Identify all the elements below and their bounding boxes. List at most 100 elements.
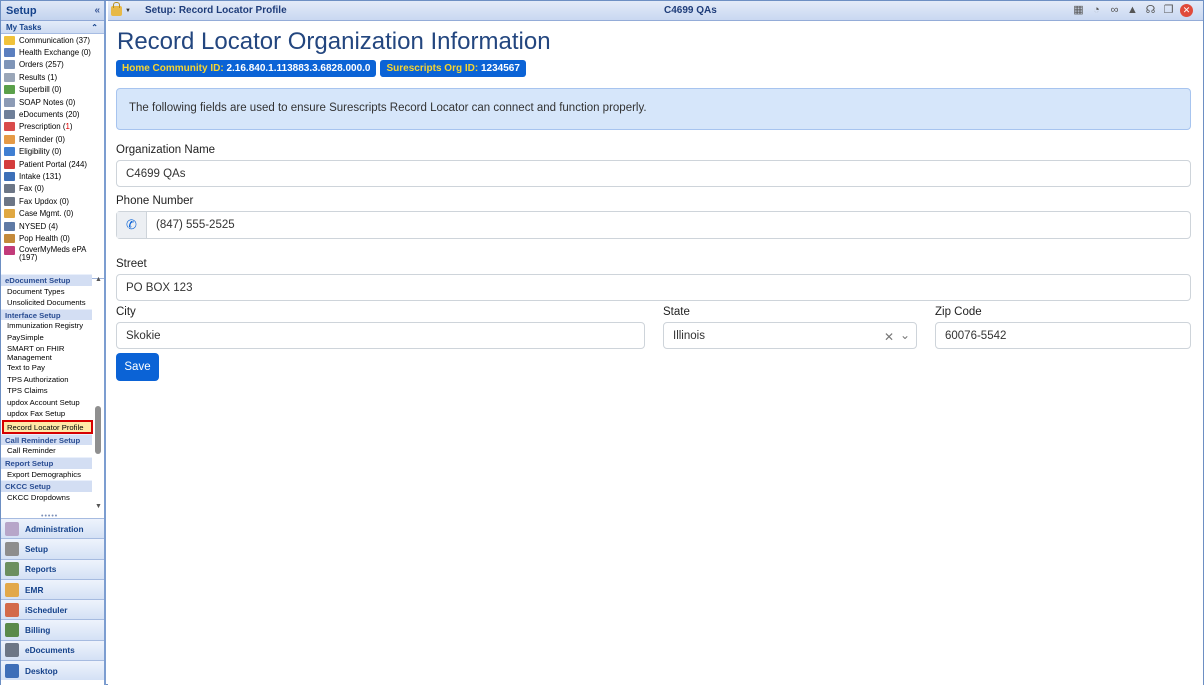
nav-label: Desktop [25,665,58,676]
lock-icon[interactable] [111,1,122,16]
menu-item-immunization-registry[interactable]: Immunization Registry [1,320,92,332]
menu-item-updox-fax-setup[interactable]: updox Fax Setup [1,408,92,420]
sidebar: Setup « My Tasks ⌃ Communication (37) Hea… [1,1,106,685]
task-item[interactable]: Results (1) [1,71,104,83]
state-select[interactable]: Illinois ✕ ⌄ [663,322,917,349]
task-label: Patient Portal (244) [19,159,87,169]
menu-item-smart-on-fhir[interactable]: SMART on FHIR Management [1,343,92,362]
pop-health-icon [4,233,15,243]
reports-icon [5,562,19,577]
task-item[interactable]: Orders (257) [1,59,104,71]
scrollbar-thumb[interactable] [95,406,101,454]
headset-icon[interactable]: ☊ [1144,4,1157,17]
menu-item-tps-claims[interactable]: TPS Claims [1,385,92,397]
menu-item-unsolicited-documents[interactable]: Unsolicited Documents [1,297,92,309]
nysed-icon [4,221,15,231]
save-button[interactable]: Save [116,353,159,381]
menu-item-paysimple[interactable]: PaySimple [1,332,92,344]
state-label: State [663,306,690,318]
task-label: eDocuments (20) [19,110,80,120]
nav-ischeduler[interactable]: iScheduler [1,599,104,620]
menu-item-ckcc-dropdowns[interactable]: CKCC Dropdowns [1,492,92,504]
nav-desktop[interactable]: Desktop [1,660,104,681]
group-interface-setup[interactable]: Interface Setup [1,308,92,321]
nav-setup[interactable]: Setup [1,538,104,559]
task-item[interactable]: Fax (0) [1,183,104,195]
task-label: Eligibility (0) [19,147,62,157]
group-report-setup[interactable]: Report Setup [1,457,92,469]
nav-label: Setup [25,543,49,554]
menu-item-tps-authorization[interactable]: TPS Authorization [1,374,92,386]
scroll-up-icon[interactable]: ▲ [95,276,102,283]
street-input[interactable]: PO BOX 123 [116,274,1191,301]
nav-administration[interactable]: Administration [1,518,104,539]
menu-item-call-reminder[interactable]: Call Reminder [1,445,92,457]
task-item[interactable]: Prescription (1) [1,121,104,133]
task-item[interactable]: Pop Health (0) [1,232,104,244]
nav-emr[interactable]: EMR [1,578,104,600]
city-label: City [116,306,136,318]
caret-down-icon[interactable]: ▼ [125,8,131,14]
soap-notes-icon [4,97,15,107]
windows-icon[interactable]: ❐ [1162,4,1175,17]
task-item[interactable]: Fax Updox (0) [1,195,104,207]
zip-code-input[interactable]: 60076-5542 [935,322,1191,349]
task-item[interactable]: SOAP Notes (0) [1,96,104,108]
menu-item-record-locator-profile[interactable]: Record Locator Profile [2,419,93,434]
nav-billing[interactable]: Billing [1,619,104,640]
my-tasks-list: Communication (37) Health Exchange (0) Ord… [1,34,104,279]
clear-icon[interactable]: ✕ [884,330,894,344]
collapse-sidebar-icon[interactable]: « [94,5,100,16]
group-edocument-setup[interactable]: eDocument Setup [1,274,92,286]
binoculars-icon[interactable]: ∞ [1108,4,1121,17]
surescripts-org-id-badge: Surescripts Org ID: 1234567 [380,60,526,77]
task-item[interactable]: Eligibility (0) [1,146,104,158]
task-item[interactable]: Intake (131) [1,170,104,182]
map-icon[interactable]: ▦ [1072,4,1085,17]
group-call-reminder-setup[interactable]: Call Reminder Setup [1,433,92,446]
menu-item-document-types[interactable]: Document Types [1,286,92,298]
nav-reports[interactable]: Reports [1,558,104,579]
city-input[interactable]: Skokie [116,322,645,349]
setup-tools-icon [5,541,19,556]
task-item[interactable]: CoverMyMeds ePA (197) [1,245,104,264]
edocuments-icon [4,110,15,120]
task-label: CoverMyMeds ePA (197) [19,244,86,263]
task-item[interactable]: Case Mgmt. (0) [1,207,104,219]
task-label: SOAP Notes (0) [19,97,76,107]
task-item[interactable]: Patient Portal (244) [1,158,104,170]
administration-icon [5,521,19,536]
organization-name-input[interactable]: C4699 QAs [116,160,1191,187]
task-item[interactable]: eDocuments (20) [1,108,104,120]
organization-name-label: Organization Name [116,144,216,156]
setup-menu-scrollbar[interactable]: ▲ ▼ [94,274,103,512]
phone-number-input[interactable]: (847) 555-2525 [147,212,235,238]
task-item[interactable]: Communication (37) [1,34,104,46]
group-ckcc-setup[interactable]: CKCC Setup [1,480,92,492]
my-tasks-header[interactable]: My Tasks ⌃ [1,21,104,34]
fax-updox-icon [4,196,15,206]
organization-name: C4699 QAs [664,5,717,16]
phone-number-field[interactable]: ✆ (847) 555-2525 [116,211,1191,239]
chevron-down-icon[interactable]: ⌄ [900,328,910,342]
task-label: Intake (131) [19,171,62,181]
home-community-id-badge: Home Community ID: 2.16.840.1.113883.3.6… [116,60,377,77]
task-item[interactable]: Superbill (0) [1,84,104,96]
task-label: Results (1) [19,72,58,82]
close-icon[interactable]: ✕ [1180,4,1193,17]
task-label: Reminder (0) [19,134,66,144]
task-item[interactable]: NYSED (4) [1,220,104,232]
nav-label: iScheduler [25,604,68,615]
task-item[interactable]: Health Exchange (0) [1,46,104,58]
menu-item-updox-account-setup[interactable]: updox Account Setup [1,397,92,409]
nav-edocuments[interactable]: eDocuments [1,639,104,661]
task-item[interactable]: Reminder (0) [1,133,104,145]
menu-item-export-demographics[interactable]: Export Demographics [1,469,92,481]
timer-icon[interactable]: ◔ [1090,4,1103,17]
menu-item-text-to-pay[interactable]: Text to Pay [1,362,92,374]
state-selected-value: Illinois [673,329,705,342]
task-label: Fax Updox (0) [19,196,69,206]
graduation-cap-icon[interactable]: ▲ [1126,4,1139,17]
scroll-down-icon[interactable]: ▼ [95,503,102,510]
collapse-tasks-icon[interactable]: ⌃ [91,23,98,32]
